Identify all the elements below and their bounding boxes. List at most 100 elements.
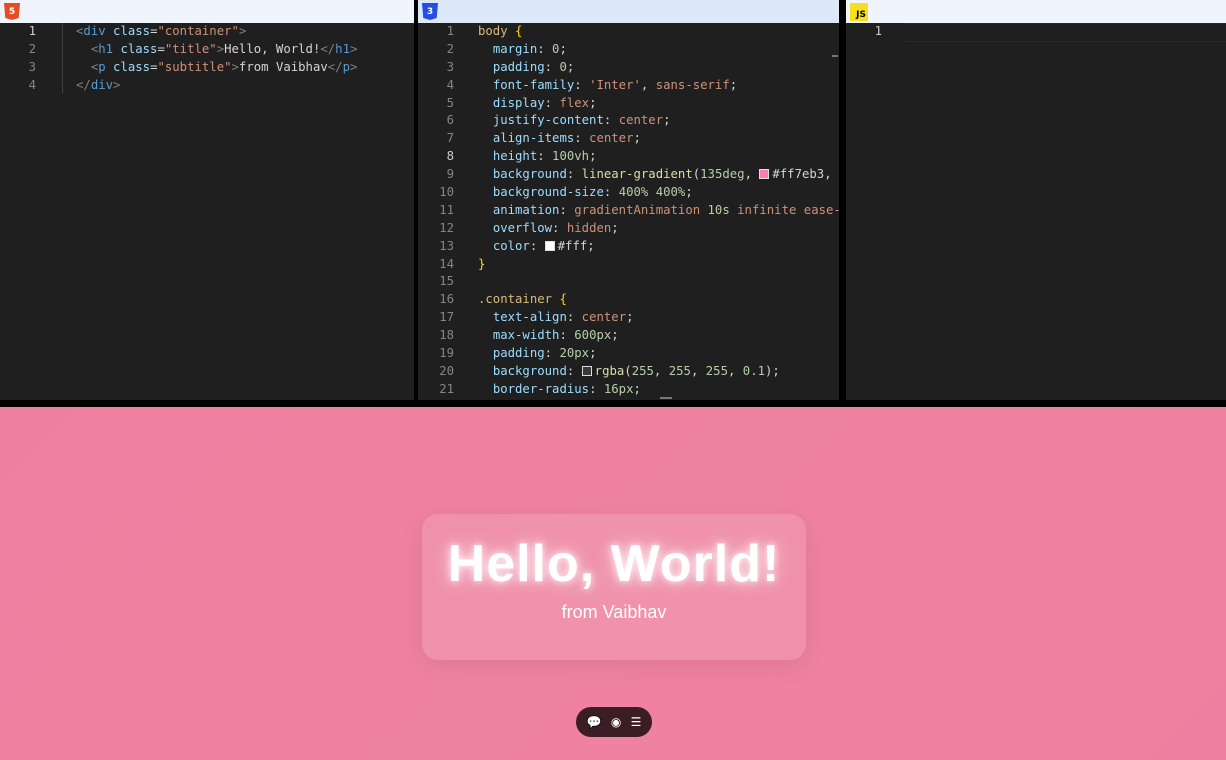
code-token: "subtitle" [157, 59, 232, 74]
code-token: padding [492, 59, 545, 74]
code-line[interactable]: 1 <div class="container"> [0, 23, 414, 41]
code-token: hidden [566, 220, 612, 235]
code-line[interactable]: 10 background-size: 400% 400%; [418, 184, 839, 202]
code-line[interactable]: 3 <p class="subtitle">from Vaibhav</p> [0, 59, 414, 77]
toggle-view-icon[interactable]: ◉ [611, 715, 621, 729]
color-swatch[interactable] [544, 240, 555, 251]
code-line[interactable]: 7 align-items: center; [418, 130, 839, 148]
code-text: } [478, 256, 485, 274]
code-line[interactable]: 12 overflow: hidden; [418, 220, 839, 238]
code-token: sans-serif [655, 77, 730, 92]
color-swatch[interactable] [759, 169, 770, 180]
code-token: div [83, 24, 106, 38]
code-token: : [537, 149, 553, 164]
code-token: { [515, 24, 523, 38]
code-text: color: #fff; [478, 238, 595, 256]
css-editor-pane[interactable]: 3 1 body {2 margin: 0; 3 padding: 0; 4 font… [418, 0, 839, 400]
html-code-area[interactable]: 1 <div class="container"> 2 <h1 class="tit… [0, 23, 414, 95]
code-text: animation: gradientAnimation 10s infinit… [478, 202, 839, 220]
code-line[interactable]: 14} [418, 256, 839, 274]
line-number: 1 [874, 24, 882, 38]
html-pane-header: 5 [0, 0, 414, 23]
line-number: 21 [439, 381, 454, 396]
code-token: : [559, 202, 575, 217]
code-token: #ff7eb3, [772, 167, 839, 182]
code-line[interactable]: 4 </div> [0, 77, 414, 95]
code-token: rgba [594, 363, 625, 378]
code-token: flex [559, 95, 590, 110]
code-line[interactable]: 20 background: rgba(255, 255, 255, 0.1); [418, 363, 839, 381]
code-token: body [478, 24, 508, 38]
code-token: "container" [157, 24, 239, 38]
code-text: <p class="subtitle">from Vaibhav</p> [76, 59, 358, 77]
line-number: 7 [446, 131, 454, 146]
code-line[interactable]: 21 border-radius: 16px; [418, 381, 839, 399]
code-line[interactable]: 16 .container { [418, 291, 839, 309]
line-number: 12 [439, 220, 454, 235]
code-token: ; [626, 310, 634, 325]
code-line[interactable]: 3 padding: 0; [418, 59, 839, 77]
comment-icon[interactable]: 💬 [587, 715, 602, 729]
code-token: 10s [707, 202, 730, 217]
code-token: ; [589, 95, 597, 110]
js-code-area[interactable]: 1 [846, 23, 1226, 41]
code-line[interactable]: 13 color: #fff; [418, 238, 839, 256]
code-line[interactable]: 5 display: flex; [418, 95, 839, 113]
code-line[interactable]: 4 font-family: 'Inter', sans-serif; [418, 77, 839, 95]
code-token: : [603, 113, 619, 128]
code-token: : [566, 167, 582, 182]
line-number: 13 [439, 238, 454, 253]
code-line[interactable]: 18 max-width: 600px; [418, 327, 839, 345]
pane-splitter-2[interactable] [839, 0, 846, 400]
code-line[interactable]: 17 text-align: center; [418, 309, 839, 327]
code-token: h1 [335, 41, 350, 56]
code-token: p [98, 59, 106, 74]
code-token: : [559, 328, 575, 343]
code-token: background [492, 363, 567, 378]
code-line[interactable]: 19 padding: 20px; [418, 345, 839, 363]
code-token: color [492, 238, 530, 253]
code-token: : [566, 363, 582, 378]
html-editor-pane[interactable]: 5 1 <div class="container"> 2 <h1 class="t… [0, 0, 414, 400]
code-token: ; [633, 381, 641, 396]
code-token: 255 [705, 363, 728, 378]
code-text: height: 100vh; [478, 148, 597, 166]
code-token: 'Inter' [589, 77, 641, 92]
code-token: , [653, 363, 669, 378]
code-token: p [342, 59, 350, 74]
code-token: > [349, 41, 358, 56]
code-token: ; [566, 59, 575, 74]
floating-toolbar: 💬 ◉ ☰ [576, 707, 652, 737]
code-line[interactable]: 8 height: 100vh; [418, 148, 839, 166]
line-number: 19 [439, 346, 454, 361]
code-token: class [120, 41, 158, 56]
line-number: 1 [28, 24, 36, 38]
code-line[interactable]: 11 animation: gradientAnimation 10s infi… [418, 202, 839, 220]
line-number: 2 [446, 41, 454, 56]
code-text: text-align: center; [478, 309, 634, 327]
code-line[interactable]: 9 background: linear-gradient(135deg, #f… [418, 166, 839, 184]
code-line[interactable]: 15 [418, 273, 839, 291]
color-swatch[interactable] [581, 365, 592, 376]
code-token: ( [624, 363, 632, 378]
code-text: .container { [478, 291, 567, 309]
code-token: : [529, 238, 545, 253]
code-token: div [90, 77, 114, 92]
line-number: 9 [446, 167, 454, 182]
code-token: > [238, 24, 247, 38]
code-token: , [640, 77, 656, 92]
code-line[interactable]: 1 [846, 23, 1226, 41]
code-line[interactable]: 6 justify-content: center; [418, 112, 839, 130]
js-editor-pane[interactable]: JS 1 [846, 0, 1226, 400]
code-token: ; [663, 113, 671, 128]
css-code-area[interactable]: 1 body {2 margin: 0; 3 padding: 0; 4 font-f… [418, 23, 839, 399]
line-number: 1 [446, 24, 454, 38]
menu-icon[interactable]: ☰ [631, 715, 642, 729]
code-line[interactable]: 2 margin: 0; [418, 41, 839, 59]
code-line[interactable]: 2 <h1 class="title">Hello, World!</h1> [0, 41, 414, 59]
code-line[interactable]: 1 body { [418, 23, 839, 41]
